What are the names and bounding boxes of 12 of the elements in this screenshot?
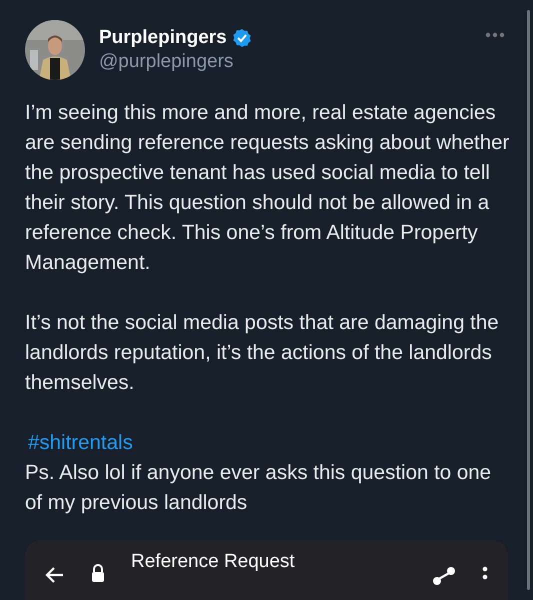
tweet-paragraph: It’s not the social media posts that are damaging the landlords reputation, it’s the actions of the landlords themselves. — [25, 310, 500, 396]
author-handle[interactable]: @purplepingers — [99, 51, 252, 73]
share-icon[interactable] — [432, 566, 456, 586]
page-title: Reference Request — [131, 552, 296, 572]
hashtag-link[interactable]: #shitrentals — [25, 428, 511, 458]
scroll-bar[interactable] — [527, 10, 530, 590]
tweet-paragraph: I’m seeing this more and more, real estate agencies are sending reference requests asking about whether the prospective tenant has used social media to tell their story. This question should not be allowed in a reference check. This one’s from Altitude Property Management. — [25, 100, 510, 276]
back-arrow-icon[interactable] — [45, 566, 65, 584]
lock-icon — [91, 564, 105, 582]
embedded-page-card[interactable]: Reference Request — [25, 540, 508, 600]
tweet-text: Ps. Also lol if anyone ever asks this question to one of my previous landlords — [25, 460, 492, 516]
author-name[interactable]: Purplepingers — [99, 27, 227, 49]
